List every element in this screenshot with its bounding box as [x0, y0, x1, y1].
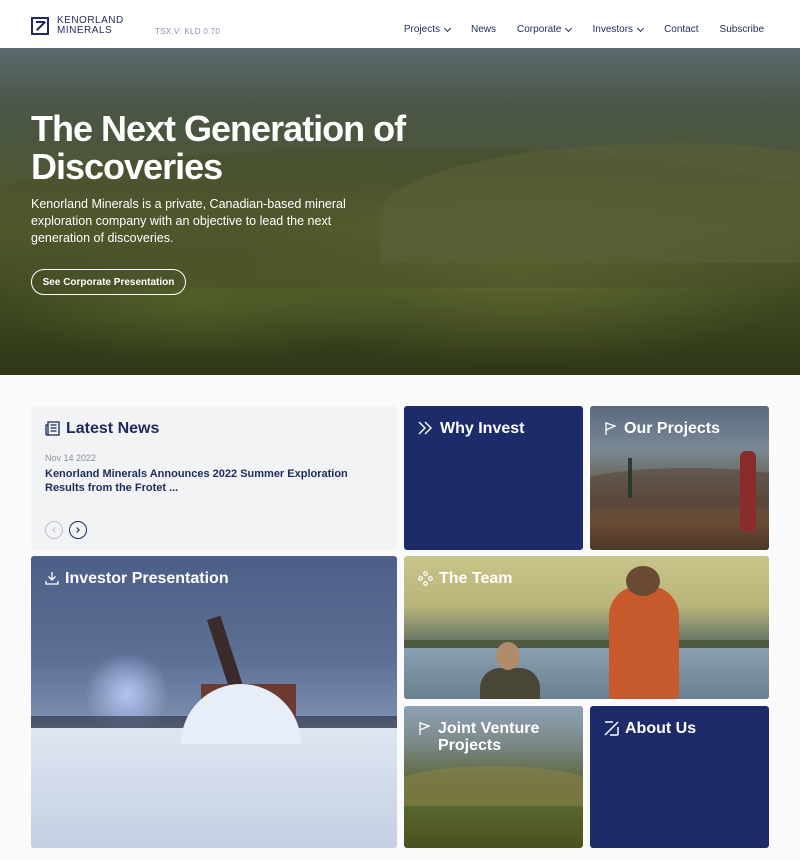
team-photo-person-standing-head: [626, 566, 660, 596]
news-prev-button[interactable]: [45, 521, 63, 539]
nav-subscribe-label: Subscribe: [719, 24, 764, 35]
joint-venture-tile[interactable]: Joint Venture Projects: [404, 706, 583, 848]
nav-corporate[interactable]: Corporate: [517, 24, 573, 35]
logo[interactable]: KENORLAND MINERALS: [31, 16, 124, 36]
team-photo-person-seated: [480, 668, 540, 699]
why-invest-tile[interactable]: Why Invest: [404, 406, 583, 550]
main-nav: Projects News Corporate Investors Contac…: [404, 24, 764, 35]
logo-line2: MINERALS: [57, 25, 113, 36]
the-team-header: The Team: [418, 570, 513, 587]
download-icon: [45, 572, 59, 585]
hero-title: The Next Generation of Discoveries: [31, 108, 406, 187]
chevron-down-icon: [637, 24, 645, 32]
our-projects-tile[interactable]: Our Projects: [590, 406, 769, 550]
arrow-left-icon: [52, 527, 58, 533]
logo-icon: [31, 17, 49, 35]
nav-projects-label: Projects: [403, 24, 440, 35]
investor-presentation-title: Investor Presentation: [65, 570, 229, 587]
team-photo-person-seated-head: [496, 642, 520, 670]
logo-mark-icon: [604, 721, 619, 736]
our-projects-title: Our Projects: [624, 420, 721, 437]
news-date: Nov 14 2022: [45, 453, 97, 463]
joint-venture-title: Joint Venture Projects: [438, 720, 540, 754]
team-photo-person-standing: [609, 586, 679, 699]
team-photo-water: [404, 648, 769, 699]
corporate-presentation-button[interactable]: See Corporate Presentation: [31, 269, 186, 295]
double-chevron-icon: [418, 421, 432, 435]
news-next-button[interactable]: [69, 521, 87, 539]
flag-icon: [419, 722, 431, 735]
our-projects-header: Our Projects: [604, 420, 720, 437]
chevron-down-icon: [565, 24, 573, 32]
nav-projects[interactable]: Projects: [403, 24, 452, 35]
latest-news-header: Latest News: [45, 420, 159, 437]
jv-photo-ridge: [404, 766, 583, 806]
people-nodes-icon: [418, 571, 433, 586]
projects-photo-person: [740, 451, 756, 531]
flag-icon: [605, 422, 617, 435]
nav-subscribe[interactable]: Subscribe: [720, 24, 764, 35]
chevron-down-icon: [443, 24, 452, 32]
nav-news[interactable]: News: [471, 24, 496, 35]
about-us-tile[interactable]: About Us: [590, 706, 769, 848]
arrow-right-icon: [74, 527, 80, 533]
site-header: KENORLAND MINERALS TSX.V: KLD 0.70 Proje…: [0, 0, 800, 48]
logo-text: KENORLAND MINERALS: [57, 16, 124, 36]
hero-description: Kenorland Minerals is a private, Canadia…: [31, 197, 346, 245]
the-team-tile[interactable]: The Team: [404, 556, 769, 699]
nav-investors[interactable]: Investors: [592, 24, 645, 35]
why-invest-title: Why Invest: [440, 420, 525, 437]
nav-news-label: News: [471, 24, 497, 35]
about-us-title: About Us: [625, 720, 697, 737]
the-team-title: The Team: [439, 570, 513, 587]
hero-banner: The Next Generation of Discoveries Kenor…: [0, 48, 800, 375]
investor-presentation-header: Investor Presentation: [45, 570, 229, 587]
why-invest-header: Why Invest: [418, 420, 524, 437]
latest-news-title: Latest News: [66, 420, 160, 437]
nav-contact[interactable]: Contact: [664, 24, 698, 35]
projects-photo-tree: [628, 458, 632, 498]
nav-investors-label: Investors: [592, 24, 634, 35]
joint-venture-header: Joint Venture Projects: [418, 720, 548, 754]
latest-news-card: Latest News Nov 14 2022 Kenorland Minera…: [31, 406, 397, 550]
news-headline-link[interactable]: Kenorland Minerals Announces 2022 Summer…: [45, 468, 385, 495]
investor-photo-snow: [31, 728, 397, 848]
newspaper-icon: [45, 421, 60, 436]
nav-corporate-label: Corporate: [517, 24, 562, 35]
investor-presentation-tile[interactable]: Investor Presentation: [31, 556, 397, 848]
about-us-header: About Us: [604, 720, 696, 737]
stock-ticker: TSX.V: KLD 0.70: [155, 27, 221, 36]
nav-contact-label: Contact: [664, 24, 699, 35]
